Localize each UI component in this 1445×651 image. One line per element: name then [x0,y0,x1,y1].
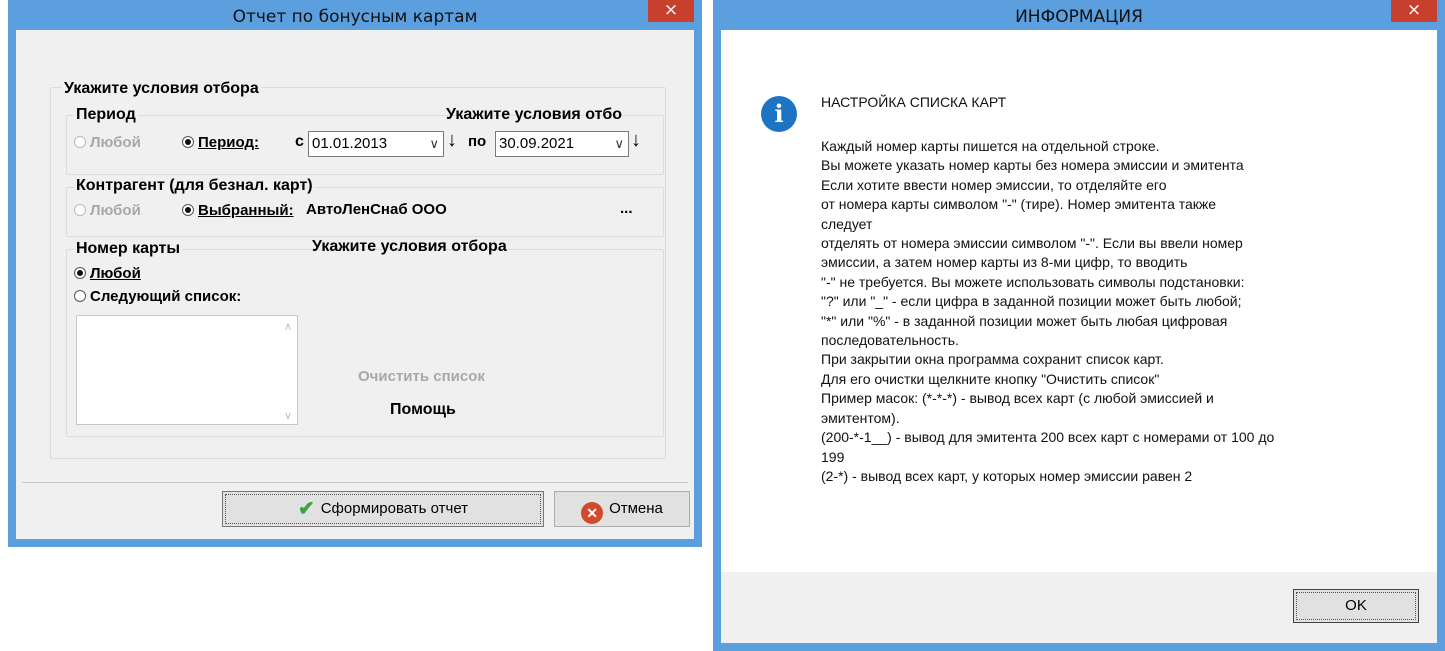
conditions-group-title: Укажите условия отбора [62,80,261,98]
info-line: Для его очистки щелкните кнопку "Очистит… [821,370,1160,387]
close-button[interactable]: × [1391,0,1437,22]
contractor-any-radio[interactable]: Любой [74,202,141,219]
info-client: i НАСТРОЙКА СПИСКА КАРТ Каждый номер кар… [721,30,1437,643]
report-window: Отчет по бонусным картам × Укажите услов… [8,0,702,547]
footer-separator [22,482,688,483]
from-label: с [295,133,304,150]
contractor-browse-button[interactable]: ... [620,200,633,217]
info-line: следует [821,215,873,232]
scroll-up-icon[interactable]: ∧ [279,320,297,333]
close-icon: × [663,0,679,20]
radio-icon [74,136,86,148]
down-arrow-icon[interactable]: ↓ [631,129,641,152]
info-line: Вы можете указать номер карты без номера… [821,157,1244,174]
info-window-title: ИНФОРМАЦИЯ [1015,7,1143,27]
card-number-label: Номер карты [74,240,183,258]
period-range-radio[interactable]: Период: [182,134,259,151]
radio-checked-icon [182,204,194,216]
scroll-down-icon[interactable]: ∨ [279,409,297,422]
card-list-textarea[interactable]: ∧ ∨ [76,315,298,425]
card-any-radio[interactable]: Любой [74,265,141,282]
info-line: отделять от номера эмиссии символом "-".… [821,235,1243,252]
info-line: последовательность. [821,332,959,349]
info-line: (2-*) - вывод всех карт, у которых номер… [821,467,1193,484]
from-date-combo[interactable]: 01.01.2013 ∨ [308,131,444,157]
period-overlay-label: Укажите условия отбо [446,106,623,123]
info-body: Каждый номер карты пишется на отдельной … [821,137,1421,486]
from-date-value: 01.01.2013 [312,135,388,152]
card-list-radio[interactable]: Следующий список: [74,288,241,305]
close-button[interactable]: × [648,0,694,22]
info-line: эмитентом). [821,409,900,426]
contractor-label: Контрагент (для безнал. карт) [74,177,315,195]
cancel-icon: ✕ [581,502,604,524]
cancel-button[interactable]: ✕ Отмена [554,491,690,527]
info-line: Пример масок: (*-*-*) - вывод всех карт … [821,390,1214,407]
info-line: Каждый номер карты пишется на отдельной … [821,138,1160,154]
info-line: "*" или "%" - в заданной позиции может б… [821,312,1228,329]
info-line: "?" или "_" - если цифра в заданной пози… [821,293,1242,310]
generate-report-button[interactable]: ✔ Сформировать отчет [222,491,544,527]
down-arrow-icon[interactable]: ↓ [447,129,457,152]
info-line: эмиссии, а затем номер карты из 8-ми циф… [821,254,1188,271]
help-button[interactable]: Помощь [390,401,456,419]
checkmark-icon: ✔ [297,498,315,520]
info-line: Если хотите ввести номер эмиссии, то отд… [821,176,1167,193]
close-icon: × [1406,0,1422,20]
contractor-value: АвтоЛенСнаб ООО [306,201,447,218]
to-label: по [468,133,487,150]
report-window-title: Отчет по бонусным картам [232,7,478,27]
info-line: При закрытии окна программа сохранит спи… [821,351,1164,368]
info-heading: НАСТРОЙКА СПИСКА КАРТ [821,94,1007,110]
radio-checked-icon [182,136,194,148]
info-window: ИНФОРМАЦИЯ × i НАСТРОЙКА СПИСКА КАРТ Каж… [713,0,1445,651]
info-line: от номера карты символом "-" (тире). Ном… [821,196,1217,213]
radio-icon [74,204,86,216]
info-icon: i [761,96,797,132]
period-label: Период [74,106,138,124]
dropdown-arrow-icon: ∨ [614,136,624,151]
period-any-radio[interactable]: Любой [74,134,141,151]
clear-list-button[interactable]: Очистить список [358,368,485,385]
info-line: "-" не требуется. Вы можете использовать… [821,273,1245,290]
card-overlay-label: Укажите условия отбора [312,238,507,255]
contractor-selected-radio[interactable]: Выбранный: [182,202,294,219]
info-line: 199 [821,448,845,465]
to-date-combo[interactable]: 30.09.2021 ∨ [495,131,629,157]
radio-checked-icon [74,267,86,279]
textarea-scrollbar[interactable]: ∧ ∨ [279,316,297,424]
radio-icon [74,290,86,302]
info-line: (200-*-1__) - вывод для эмитента 200 все… [821,429,1275,446]
report-client: Укажите условия отбора Период Укажите ус… [16,30,694,539]
dropdown-arrow-icon: ∨ [429,136,439,151]
ok-button[interactable]: OK [1293,589,1419,623]
to-date-value: 30.09.2021 [499,135,575,152]
